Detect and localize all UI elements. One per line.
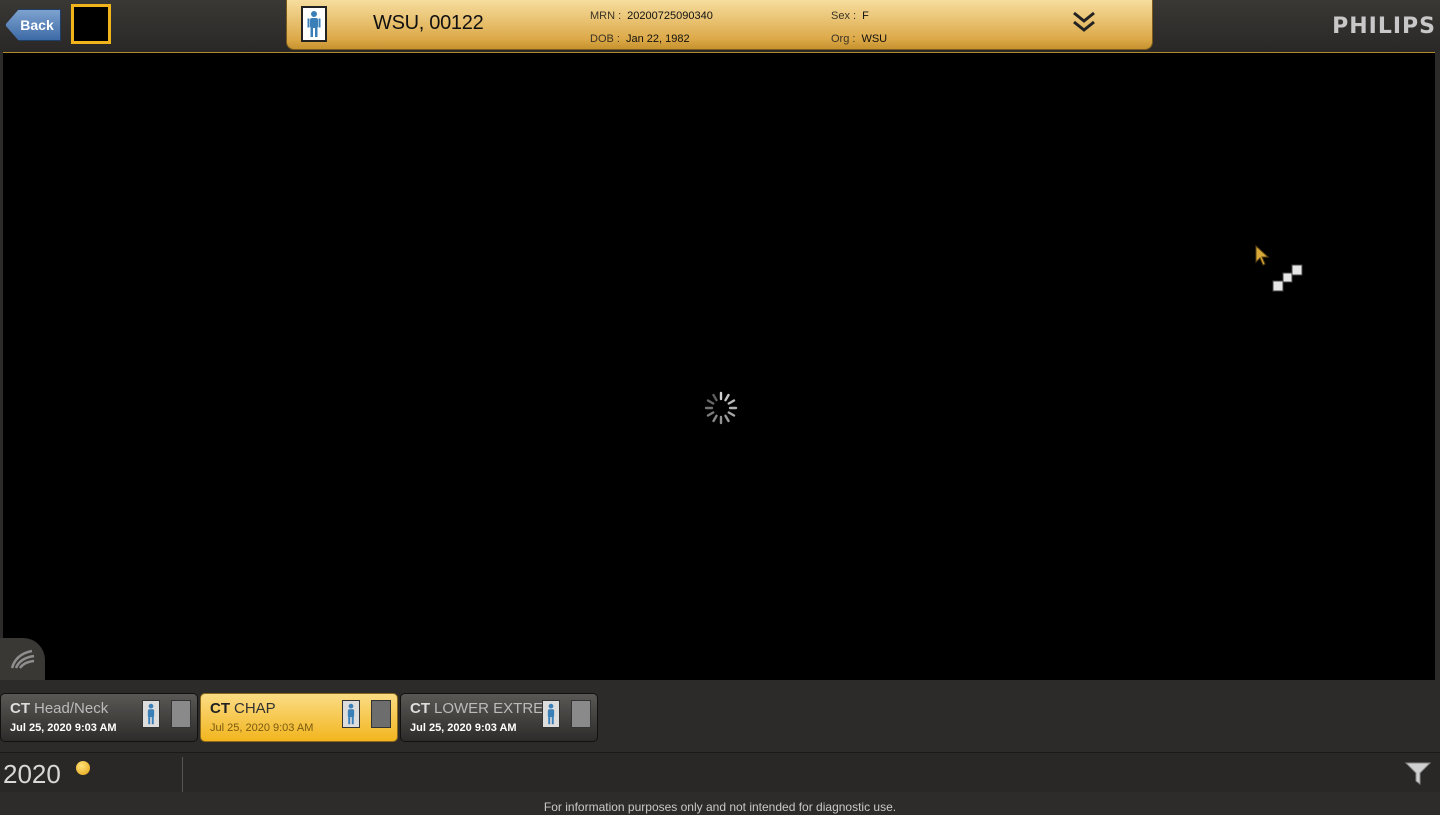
brand-logo: PHILIPS (1332, 14, 1436, 39)
disclaimer-text: For information purposes only and not in… (0, 792, 1440, 815)
study-modality: CT (410, 700, 430, 717)
timeline-divider (182, 757, 183, 792)
study-description: CHAP (234, 700, 276, 717)
study-card-lower-extremity[interactable]: CT LOWER EXTREMI Jul 25, 2020 9:03 AM (400, 693, 598, 742)
document-icon[interactable] (371, 700, 391, 728)
cursor-busy-icon (1272, 264, 1303, 292)
study-modality: CT (210, 700, 230, 717)
study-date: Jul 25, 2020 9:03 AM (410, 722, 517, 734)
top-bar: Back WSU, 00122 MRN : 20200725090340 DOB … (0, 0, 1440, 52)
timeline-bar: 2020 (0, 752, 1440, 792)
study-modality: CT (10, 700, 30, 717)
study-date: Jul 25, 2020 9:03 AM (10, 722, 117, 734)
tools-menu-tab[interactable] (0, 638, 45, 680)
dob-label: DOB : (590, 33, 620, 45)
study-date: Jul 25, 2020 9:03 AM (210, 722, 314, 734)
patient-name: WSU, 00122 (373, 12, 484, 34)
person-icon[interactable] (142, 700, 160, 728)
org-field: Org : WSU (831, 33, 887, 45)
org-label: Org : (831, 33, 856, 45)
study-card-chap[interactable]: CT CHAP Jul 25, 2020 9:03 AM (200, 693, 398, 742)
person-icon (301, 6, 327, 42)
dob-field: DOB : Jan 22, 1982 (590, 33, 690, 45)
study-card-head-neck[interactable]: CT Head/Neck Jul 25, 2020 9:03 AM (0, 693, 198, 742)
org-value: WSU (861, 33, 888, 45)
loading-spinner-icon (704, 391, 738, 425)
person-icon[interactable] (342, 700, 360, 728)
dob-value: Jan 22, 1982 (625, 33, 690, 45)
filter-icon[interactable] (1404, 759, 1432, 787)
timeline-study-marker[interactable] (76, 761, 90, 775)
study-description: Head/Neck (34, 700, 109, 717)
tools-icon (10, 649, 34, 669)
study-strip: CT Head/Neck Jul 25, 2020 9:03 AM CT CHAP … (0, 682, 1440, 750)
mrn-value: 20200725090340 (627, 10, 713, 22)
document-icon[interactable] (571, 700, 591, 728)
back-button[interactable]: Back (5, 9, 61, 41)
mrn-label: MRN : (590, 10, 622, 22)
study-description: LOWER EXTREMI (434, 700, 560, 717)
chevron-double-down-icon[interactable] (1071, 9, 1097, 35)
study-title: CT Head/Neck (10, 700, 108, 717)
sex-label: Sex : (831, 10, 857, 22)
study-title: CT LOWER EXTREMI (410, 700, 560, 717)
document-icon[interactable] (171, 700, 191, 728)
sex-value: F (862, 10, 869, 22)
mrn-field: MRN : 20200725090340 (590, 10, 713, 22)
timeline-year: 2020 (3, 759, 61, 789)
sex-field: Sex : F (831, 10, 869, 22)
study-title: CT CHAP (210, 700, 276, 717)
layout-icon[interactable] (71, 4, 111, 44)
image-viewport[interactable] (3, 52, 1435, 680)
person-icon[interactable] (542, 700, 560, 728)
app-window: Back WSU, 00122 MRN : 20200725090340 DOB … (0, 0, 1440, 815)
patient-banner[interactable]: WSU, 00122 MRN : 20200725090340 DOB : Jan … (286, 0, 1153, 50)
